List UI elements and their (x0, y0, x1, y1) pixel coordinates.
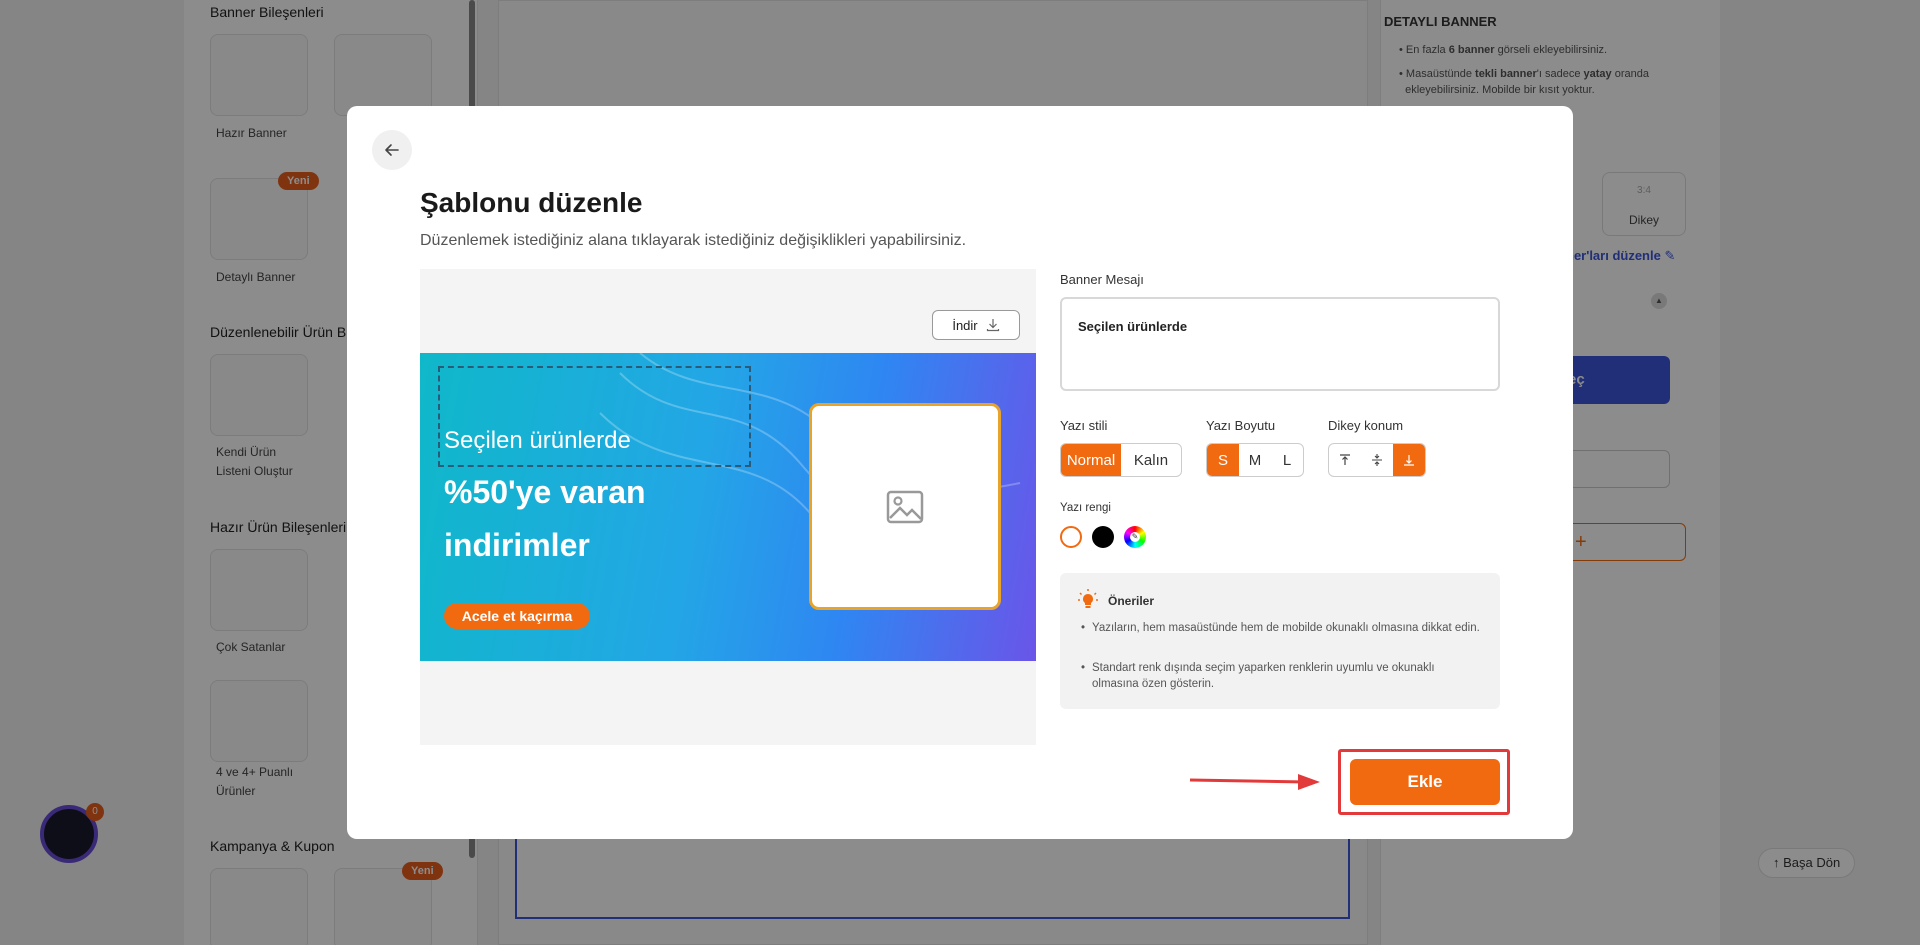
vpos-middle-button[interactable] (1361, 444, 1393, 476)
tip-item-2: Standart renk dışında seçim yaparken ren… (1081, 660, 1482, 692)
download-button[interactable]: İndir (932, 310, 1020, 340)
banner-headline-2[interactable]: indirimler (444, 527, 590, 564)
banner-cta[interactable]: Acele et kaçırma (444, 603, 590, 629)
tips-title: Öneriler (1108, 594, 1155, 608)
modal-title: Şablonu düzenle (420, 187, 643, 218)
align-middle-icon (1372, 454, 1382, 466)
banner-message-input[interactable]: Seçilen ürünlerde (1060, 297, 1500, 391)
image-icon (886, 490, 924, 523)
align-bottom-icon (1404, 455, 1414, 466)
style-segmented: Normal Kalın (1060, 443, 1182, 477)
style-option-normal[interactable]: Normal (1061, 444, 1121, 476)
color-label: Yazı rengi (1060, 502, 1111, 514)
size-option-l[interactable]: L (1271, 444, 1303, 476)
color-swatch-white[interactable] (1060, 526, 1082, 548)
color-swatch-black[interactable] (1092, 526, 1114, 548)
modal-subtitle: Düzenlemek istediğiniz alana tıklayarak … (420, 232, 967, 249)
banner-image-placeholder[interactable] (809, 403, 1001, 610)
vpos-bottom-button[interactable] (1393, 444, 1425, 476)
style-label: Yazı stili (1060, 418, 1108, 433)
align-top-icon (1340, 454, 1350, 465)
vpos-top-button[interactable] (1329, 444, 1361, 476)
vpos-segmented (1328, 443, 1426, 477)
size-label: Yazı Boyutu (1206, 418, 1276, 433)
size-segmented: S M L (1206, 443, 1304, 477)
banner-message-text[interactable]: Seçilen ürünlerde (444, 427, 631, 455)
color-picker-icon[interactable]: ✎ (1124, 526, 1146, 548)
add-button[interactable]: Ekle (1350, 759, 1500, 805)
lightbulb-icon (1076, 588, 1100, 617)
arrow-left-icon (385, 144, 399, 156)
banner-headline-1[interactable]: %50'ye varan (444, 474, 646, 511)
size-option-s[interactable]: S (1207, 444, 1239, 476)
style-option-bold[interactable]: Kalın (1121, 444, 1181, 476)
vpos-label: Dikey konum (1328, 418, 1404, 433)
download-label: İndir (952, 317, 978, 333)
annotation-arrow (1189, 774, 1320, 790)
tip-item-1: Yazıların, hem masaüstünde hem de mobild… (1081, 620, 1482, 636)
size-option-m[interactable]: M (1239, 444, 1271, 476)
back-button[interactable] (372, 130, 412, 170)
message-label: Banner Mesajı (1060, 272, 1144, 287)
download-icon (986, 319, 999, 332)
